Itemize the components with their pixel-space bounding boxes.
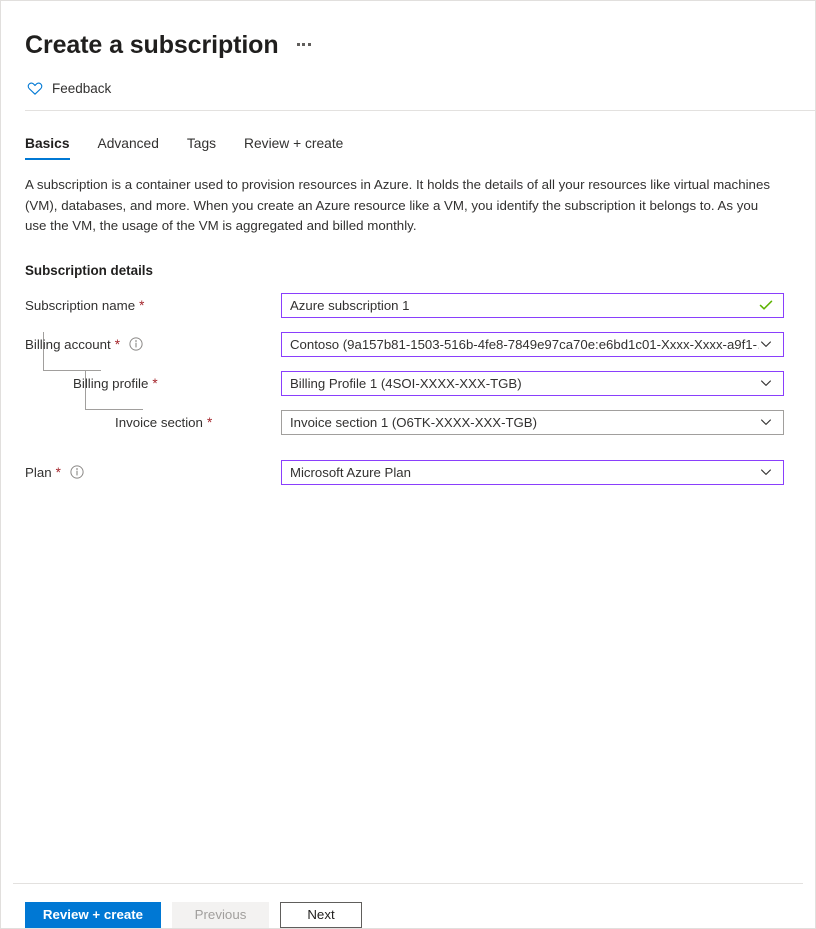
invoice-section-select[interactable]: Invoice section 1 (O6TK-XXXX-XXX-TGB) xyxy=(281,410,784,435)
ellipsis-dot xyxy=(308,43,311,46)
required-marker: * xyxy=(115,337,120,352)
field-subscription-name: Subscription name * Azure subscription 1 xyxy=(25,293,791,318)
subscription-details-form: Subscription name * Azure subscription 1 xyxy=(25,293,791,485)
tab-review-create[interactable]: Review + create xyxy=(230,132,357,162)
create-subscription-page: Create a subscription Feedback Basics Ad… xyxy=(0,0,816,929)
tab-bar: Basics Advanced Tags Review + create xyxy=(1,132,815,162)
subscription-name-value: Azure subscription 1 xyxy=(290,294,758,317)
title-row: Create a subscription xyxy=(25,29,791,61)
field-billing-account: Billing account * Contoso (9a157b81-1503… xyxy=(25,332,791,357)
input-cell-invoice-section: Invoice section 1 (O6TK-XXXX-XXX-TGB) xyxy=(281,410,784,435)
ellipsis-dot xyxy=(297,43,300,46)
chevron-down-icon[interactable] xyxy=(759,415,773,429)
label-text: Plan xyxy=(25,465,52,480)
tab-advanced[interactable]: Advanced xyxy=(84,132,173,162)
info-icon[interactable] xyxy=(129,337,143,351)
chevron-down-icon[interactable] xyxy=(759,465,773,479)
header-divider xyxy=(25,110,815,111)
input-cell-billing-profile: Billing Profile 1 (4SOI-XXXX-XXX-TGB) xyxy=(281,371,784,396)
feedback-button[interactable]: Feedback xyxy=(25,78,113,99)
required-marker: * xyxy=(139,298,144,313)
tab-basics[interactable]: Basics xyxy=(25,132,84,162)
billing-profile-value: Billing Profile 1 (4SOI-XXXX-XXX-TGB) xyxy=(290,372,759,395)
field-invoice-section: Invoice section * Invoice section 1 (O6T… xyxy=(25,410,791,435)
footer-button-group: Review + create Previous Next xyxy=(13,884,803,928)
label-text: Invoice section xyxy=(115,415,203,430)
plan-value: Microsoft Azure Plan xyxy=(290,461,759,484)
invoice-section-value: Invoice section 1 (O6TK-XXXX-XXX-TGB) xyxy=(290,411,759,434)
label-plan: Plan * xyxy=(25,460,281,485)
label-text: Subscription name xyxy=(25,298,135,313)
info-icon[interactable] xyxy=(70,465,84,479)
field-billing-profile: Billing profile * Billing Profile 1 (4SO… xyxy=(25,371,791,396)
input-cell-billing-account: Contoso (9a157b81-1503-516b-4fe8-7849e97… xyxy=(281,332,784,357)
field-plan: Plan * Microsoft Azure Plan xyxy=(25,460,791,485)
valid-check-icon xyxy=(758,297,774,313)
tab-tags[interactable]: Tags xyxy=(173,132,230,162)
feedback-label: Feedback xyxy=(52,81,111,96)
chevron-down-icon[interactable] xyxy=(759,376,773,390)
more-options-icon[interactable] xyxy=(293,37,315,54)
required-marker: * xyxy=(207,415,212,430)
billing-account-select[interactable]: Contoso (9a157b81-1503-516b-4fe8-7849e97… xyxy=(281,332,784,357)
next-button[interactable]: Next xyxy=(280,902,362,928)
page-title: Create a subscription xyxy=(25,29,279,61)
subscription-name-input[interactable]: Azure subscription 1 xyxy=(281,293,784,318)
label-billing-profile: Billing profile * xyxy=(25,371,281,396)
label-billing-account: Billing account * xyxy=(25,332,281,357)
label-subscription-name: Subscription name * xyxy=(25,293,281,318)
label-text: Billing account xyxy=(25,337,111,352)
input-cell-subscription-name: Azure subscription 1 xyxy=(281,293,784,318)
billing-account-value: Contoso (9a157b81-1503-516b-4fe8-7849e97… xyxy=(290,333,759,356)
heart-outline-icon xyxy=(27,81,43,96)
plan-select[interactable]: Microsoft Azure Plan xyxy=(281,460,784,485)
billing-profile-select[interactable]: Billing Profile 1 (4SOI-XXXX-XXX-TGB) xyxy=(281,371,784,396)
tab-panel-basics: A subscription is a container used to pr… xyxy=(1,162,815,883)
ellipsis-dot xyxy=(302,43,305,46)
previous-button[interactable]: Previous xyxy=(172,902,269,928)
subscription-description: A subscription is a container used to pr… xyxy=(25,175,780,237)
review-create-button[interactable]: Review + create xyxy=(25,902,161,928)
required-marker: * xyxy=(56,465,61,480)
feedback-row: Feedback xyxy=(25,78,791,99)
section-title-subscription-details: Subscription details xyxy=(25,263,791,278)
page-footer: Review + create Previous Next xyxy=(1,883,815,928)
input-cell-plan: Microsoft Azure Plan xyxy=(281,460,784,485)
label-invoice-section: Invoice section * xyxy=(25,410,281,435)
label-text: Billing profile xyxy=(73,376,148,391)
page-header: Create a subscription Feedback xyxy=(1,1,815,111)
required-marker: * xyxy=(152,376,157,391)
chevron-down-icon[interactable] xyxy=(759,337,773,351)
